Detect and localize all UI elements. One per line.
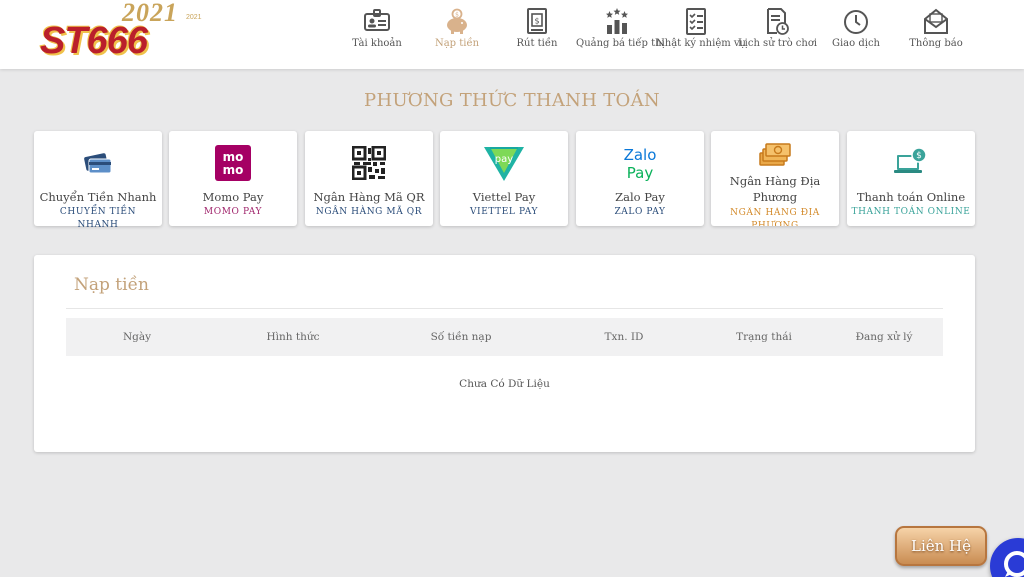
column-header-hinh-thuc: Hình thức: [266, 331, 320, 343]
method-name: Viettel Pay: [472, 190, 536, 204]
atm-icon: $: [527, 8, 547, 34]
checklist-icon: [686, 8, 706, 35]
divider: [66, 308, 943, 309]
method-name: Momo Pay: [202, 190, 264, 204]
deposit-history-panel: Nạp tiền Ngày Hình thức Số tiền nạp Txn.…: [34, 255, 975, 452]
column-header-trang-thai: Trạng thái: [736, 331, 792, 343]
page-title: PHƯƠNG THỨC THANH TOÁN: [364, 90, 660, 111]
method-subtitle: MOMO PAY: [203, 207, 263, 217]
chat-icon: [1004, 551, 1024, 577]
nav-label: Giao dịch: [832, 38, 880, 49]
method-subtitle: VIETTEL PAY: [469, 207, 539, 217]
momo-icon: mo mo: [215, 145, 251, 181]
viettel-pay-icon: pay: [484, 147, 524, 181]
contact-button[interactable]: Liên Hệ: [895, 526, 987, 570]
nav-giao-dich[interactable]: Giao dịch: [828, 6, 884, 62]
promotion-icon: [606, 8, 628, 34]
column-header-so-tien-nap: Số tiền nạp: [430, 331, 492, 343]
money-stack-icon: [759, 143, 791, 166]
empty-state: Chưa Có Dữ Liệu: [459, 378, 550, 390]
cards-icon: [84, 153, 112, 174]
method-name: Chuyển Tiền Nhanh: [39, 190, 157, 204]
method-subtitle: NGÂN HÀNG ĐỊA PHƯƠNG: [730, 208, 820, 226]
method-name: Thanh toán Online: [856, 190, 966, 204]
qr-code-icon: [352, 146, 386, 180]
method-name: Ngân Hàng Mã QR: [313, 190, 425, 204]
nav-label: Thông báo: [909, 38, 963, 49]
nav-label: Lịch sử trò chơi: [738, 38, 818, 49]
column-header-dang-xu-ly: Đang xử lý: [855, 331, 913, 343]
method-subtitle: NGÂN HÀNG MÃ QR: [315, 207, 423, 217]
history-icon: [767, 8, 789, 35]
nav-label: Nhật ký nhiệm vụ: [656, 38, 746, 49]
main-nav: Tài khoản $ Nạp tiền $ Rút tiền Quảng bá…: [0, 0, 1024, 69]
chat-bubble-button[interactable]: [990, 538, 1024, 577]
method-ngan-hang-ma-qr[interactable]: Ngân Hàng Mã QR NGÂN HÀNG MÃ QR: [305, 131, 433, 226]
viettel-logo-text: pay: [495, 154, 513, 165]
method-ngan-hang-dia-phuong[interactable]: Ngân Hàng Địa Phương NGÂN HÀNG ĐỊA PHƯƠN…: [711, 131, 839, 226]
piggy-bank-icon: $: [447, 8, 467, 34]
nav-quang-ba-tiep-thi[interactable]: Quảng bá tiếp thị: [576, 6, 665, 62]
nav-nhat-ky-nhiem-vu[interactable]: Nhật ký nhiệm vụ: [656, 6, 746, 62]
zalo-pay-icon: Zalo Pay: [624, 146, 657, 182]
nav-tai-khoan[interactable]: Tài khoản: [350, 6, 404, 62]
clock-icon: [844, 10, 868, 34]
method-viettel-pay[interactable]: pay Viettel Pay VIETTEL PAY: [440, 131, 568, 226]
svg-text:$: $: [455, 12, 459, 19]
nav-rut-tien[interactable]: $ Rút tiền: [510, 6, 564, 62]
nav-label: Quảng bá tiếp thị: [576, 38, 665, 49]
laptop-payment-icon: $: [894, 147, 927, 173]
zalo-logo-bottom: Pay: [627, 164, 654, 182]
method-thanh-toan-online[interactable]: $ Thanh toán Online THANH TOÁN ONLINE: [847, 131, 975, 226]
zalo-logo-top: Zalo: [624, 146, 657, 164]
table-header: Ngày Hình thức Số tiền nạp Txn. ID Trạng…: [66, 318, 943, 356]
id-card-icon: [364, 9, 390, 31]
method-name: Ngân Hàng Địa Phương: [729, 174, 821, 204]
momo-logo-bottom: mo: [223, 163, 244, 177]
method-subtitle: THANH TOÁN ONLINE: [851, 207, 971, 217]
top-header: 2021 2021 ST666 Tài khoản $ Nạp tiền $ R…: [0, 0, 1024, 69]
nav-label: Tài khoản: [352, 38, 402, 49]
nav-label: Nạp tiền: [434, 38, 480, 49]
nav-lich-su-tro-choi[interactable]: Lịch sử trò chơi: [738, 6, 818, 62]
method-subtitle: ZALO PAY: [614, 207, 666, 217]
envelope-icon: [924, 8, 948, 34]
svg-text:$: $: [534, 17, 539, 26]
panel-title: Nạp tiền: [74, 275, 149, 295]
method-momo-pay[interactable]: mo mo Momo Pay MOMO PAY: [169, 131, 297, 226]
nav-nap-tien[interactable]: $ Nạp tiền: [430, 6, 484, 62]
method-zalo-pay[interactable]: Zalo Pay Zalo Pay ZALO PAY: [576, 131, 704, 226]
nav-label: Rút tiền: [516, 38, 558, 49]
momo-logo-top: mo: [223, 150, 244, 164]
svg-text:$: $: [916, 151, 922, 161]
method-subtitle: CHUYỂN TIỀN NHANH: [59, 207, 137, 230]
method-name: Zalo Pay: [615, 190, 665, 204]
nav-thong-bao[interactable]: Thông báo: [906, 6, 966, 62]
column-header-txn-id: Txn. ID: [604, 331, 644, 343]
contact-label: Liên Hệ: [910, 537, 972, 555]
column-header-ngay: Ngày: [122, 331, 152, 343]
method-chuyen-tien-nhanh[interactable]: Chuyển Tiền Nhanh CHUYỂN TIỀN NHANH: [34, 131, 162, 230]
